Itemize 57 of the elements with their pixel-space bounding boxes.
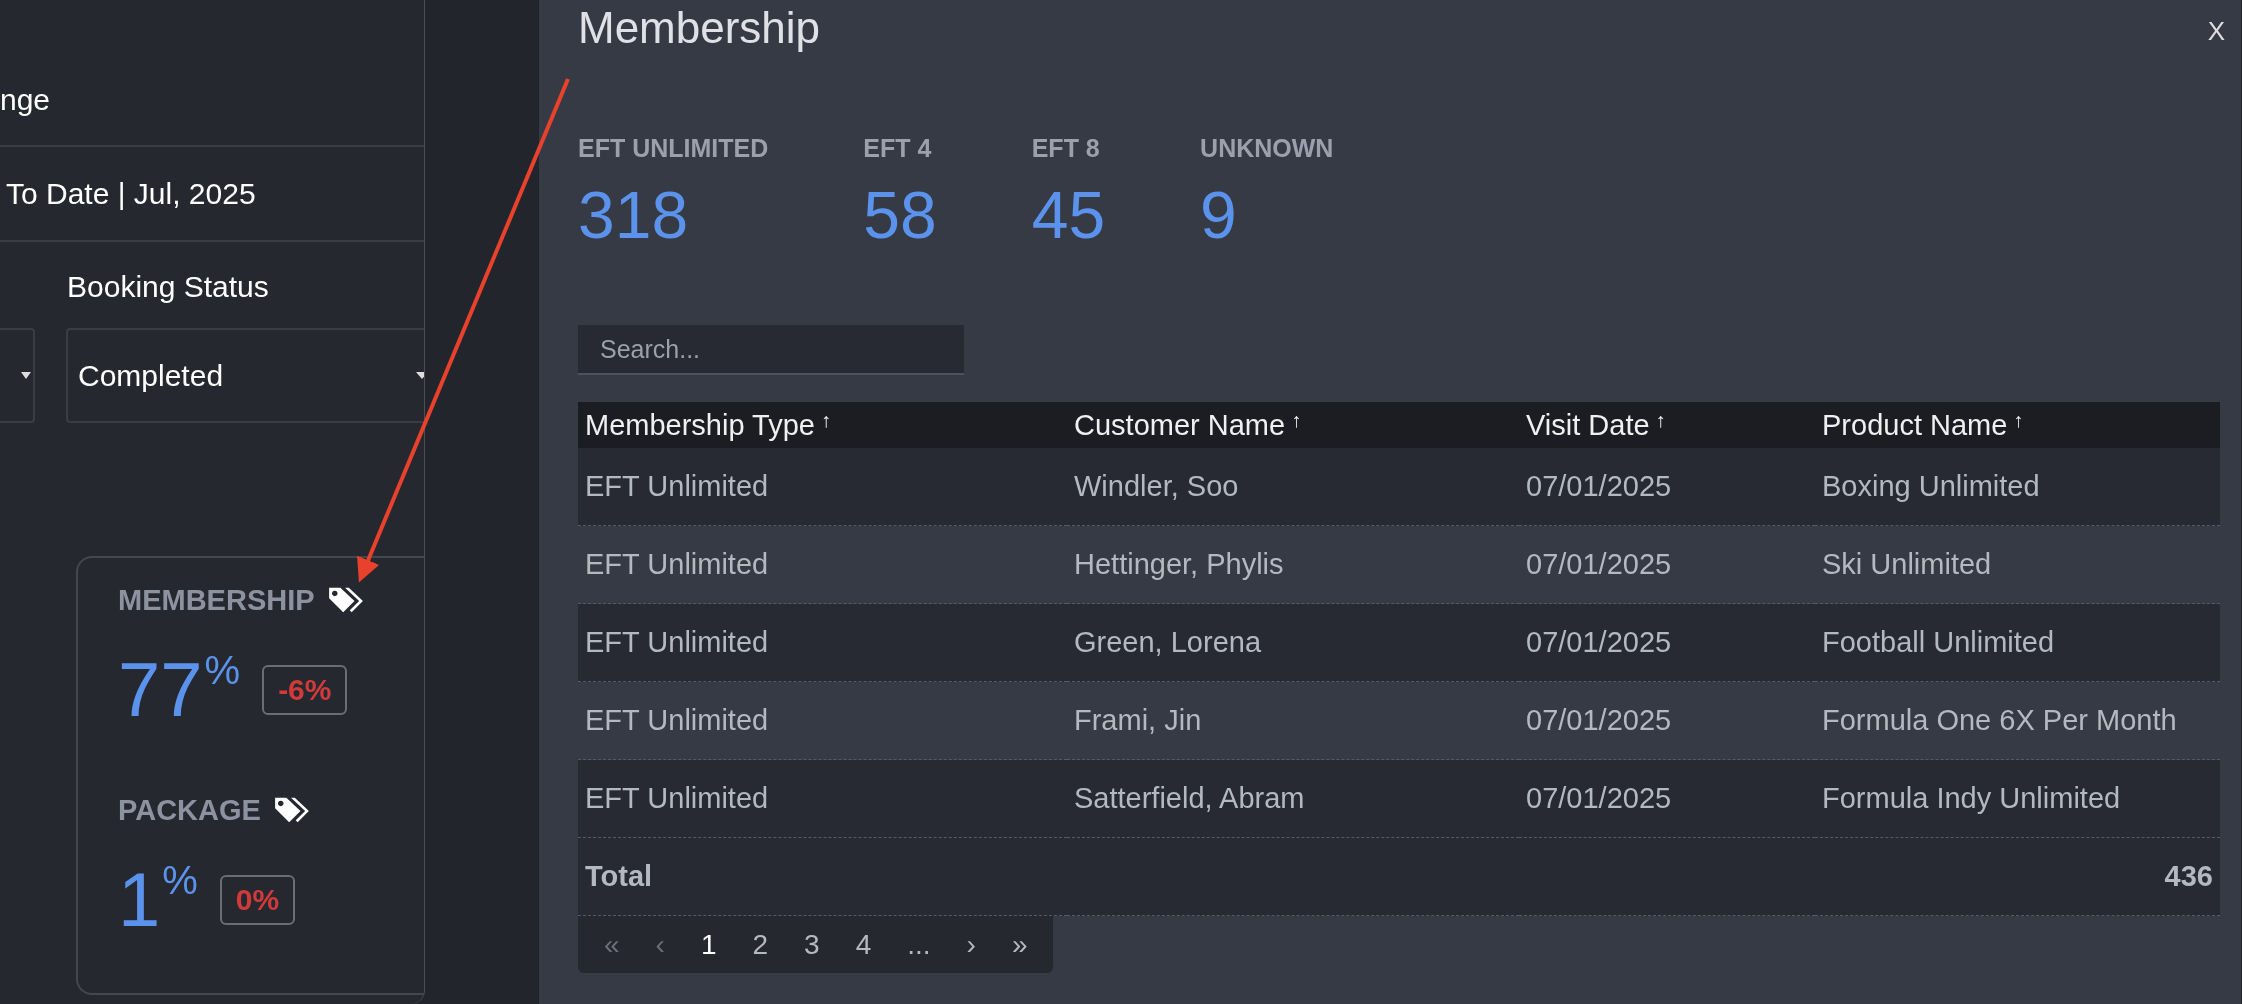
total-label: Total	[578, 837, 1815, 916]
stat-label: EFT 4	[863, 134, 933, 163]
table-cell: 07/01/2025	[1519, 759, 1815, 838]
caret-icon	[21, 372, 31, 379]
table-cell: EFT Unlimited	[578, 681, 1067, 760]
stat-value: 58	[863, 177, 937, 253]
table-cell: 07/01/2025	[1519, 603, 1815, 682]
table-cell: Green, Lorena	[1067, 603, 1519, 682]
metric-value: 1$^{%}$	[118, 860, 198, 940]
table-cell: Formula Indy Unlimited	[1815, 759, 2220, 838]
page-button[interactable]: ›	[948, 916, 994, 973]
total-value: 436	[1815, 837, 2220, 916]
table-cell: Formula One 6X Per Month	[1815, 681, 2220, 760]
dropdown[interactable]	[0, 328, 35, 423]
date-range-value: To Date | Jul, 2025	[6, 176, 256, 211]
table-cell: Ski Unlimited	[1815, 525, 2220, 604]
column-header[interactable]: Membership Type ↑	[578, 402, 1067, 448]
table-cell: Frami, Jin	[1067, 681, 1519, 760]
stat-value: 318	[578, 177, 690, 253]
field-label: Booking Status	[67, 270, 269, 304]
change-badge: -6%	[262, 665, 348, 715]
stat-value: 9	[1200, 177, 1238, 253]
table-cell: Hettinger, Phylis	[1067, 525, 1519, 604]
column-header[interactable]: Product Name ↑	[1815, 402, 2220, 448]
tags-icon	[272, 795, 311, 825]
stat-label: EFT 8	[1031, 134, 1101, 163]
metric-title: PACKAGE	[118, 793, 261, 827]
table-cell: EFT Unlimited	[578, 448, 1067, 526]
page-button[interactable]: 1	[682, 916, 735, 973]
table-cell: EFT Unlimited	[578, 759, 1067, 838]
table-cell: Windler, Soo	[1067, 448, 1519, 526]
date-range-label: nge	[0, 83, 51, 117]
table-cell: EFT Unlimited	[578, 603, 1067, 682]
table-cell: Boxing Unlimited	[1815, 448, 2220, 526]
stat-label: EFT UNLIMITED	[578, 134, 769, 163]
metric-title: MEMBERSHIP	[118, 583, 315, 617]
page-button[interactable]: »	[993, 916, 1046, 973]
stat-label: UNKNOWN	[1200, 134, 1334, 163]
page-button[interactable]: 2	[734, 916, 787, 973]
page-button[interactable]: 4	[837, 916, 890, 973]
table-cell: Satterfield, Abram	[1067, 759, 1519, 838]
page-button[interactable]: 3	[786, 916, 838, 973]
change-badge: 0%	[219, 875, 296, 925]
column-header[interactable]: Customer Name ↑	[1067, 402, 1519, 448]
table-cell: EFT Unlimited	[578, 525, 1067, 604]
close-button[interactable]: X	[2207, 16, 2225, 47]
column-header[interactable]: Visit Date ↑	[1519, 402, 1815, 448]
search-field[interactable]: Search...	[578, 325, 964, 375]
modal-title: Membership	[578, 2, 821, 54]
tags-icon	[326, 585, 365, 615]
table-cell: Football Unlimited	[1815, 603, 2220, 682]
table-cell: 07/01/2025	[1519, 448, 1815, 526]
page-button[interactable]: ...	[889, 916, 949, 973]
metric-value: 77$^{%}$	[118, 650, 241, 730]
table-cell: 07/01/2025	[1519, 525, 1815, 604]
stat-value: 45	[1031, 177, 1106, 253]
table-cell: 07/01/2025	[1519, 681, 1815, 760]
